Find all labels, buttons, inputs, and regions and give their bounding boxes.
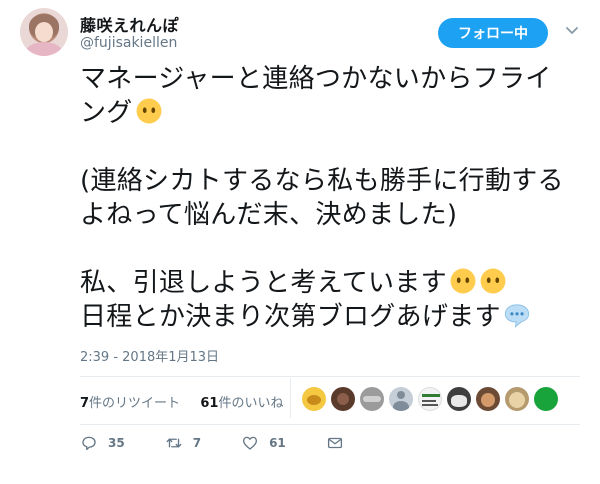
retweet-count: 7 [192, 436, 202, 450]
liker-avatar[interactable] [418, 387, 442, 411]
stats-separator [290, 378, 291, 418]
tweet-line: 日程とか決まり次第ブログあげます [80, 300, 585, 334]
retweet-icon [166, 438, 182, 448]
liker-avatar[interactable] [505, 387, 529, 411]
reply-count: 35 [108, 436, 125, 450]
face-without-mouth-emoji [136, 98, 162, 124]
like-button[interactable]: 61 [241, 434, 286, 452]
tweet-timestamp[interactable]: 2:39 - 2018年1月13日 [80, 346, 219, 365]
chevron-down-icon[interactable] [564, 22, 580, 38]
envelope-icon [327, 437, 342, 449]
tweet-line: 私、引退しようと考えています [80, 266, 585, 300]
following-button[interactable]: フォロー中 [438, 18, 548, 48]
liker-avatar[interactable] [534, 387, 558, 411]
avatar-face [35, 22, 53, 42]
tweet-actions: 35 7 61 [80, 434, 384, 452]
face-without-mouth-emoji [450, 268, 476, 294]
liker-avatar[interactable] [302, 387, 326, 411]
user-handle[interactable]: @fujisakiellen [80, 35, 177, 51]
retweet-stat[interactable]: 7件のリツイート [80, 396, 180, 411]
retweet-button[interactable]: 7 [165, 434, 201, 452]
reply-button[interactable]: 35 [80, 434, 125, 452]
like-count: 61 [269, 436, 286, 450]
like-stat[interactable]: 61件のいいね [200, 396, 283, 411]
divider [80, 424, 580, 425]
tweet-line: (連絡シカトするなら私も勝手に行動する [80, 166, 564, 196]
tweet-text: マネージャーと連絡つかないからフライ ング (連絡シカトするなら私も勝手に行動す… [80, 62, 585, 334]
liker-avatar[interactable] [360, 387, 384, 411]
liker-avatar[interactable] [331, 387, 355, 411]
divider [80, 376, 580, 377]
face-without-mouth-emoji [480, 268, 506, 294]
avatar[interactable] [20, 8, 68, 56]
speech-balloon-emoji [504, 304, 529, 328]
tweet-stats: 7件のリツイート 61件のいいね [80, 392, 283, 411]
tweet-line: よねって悩んだ末、決めました) [80, 200, 458, 230]
liker-avatars [302, 387, 558, 411]
user-name[interactable]: 藤咲えれんぽ [80, 12, 179, 36]
reply-icon [82, 436, 96, 451]
liker-avatar[interactable] [476, 387, 500, 411]
direct-message-button[interactable] [326, 434, 344, 452]
heart-icon [243, 436, 258, 450]
liker-avatar[interactable] [389, 387, 413, 411]
tweet-line: マネージャーと連絡つかないからフライ [80, 64, 552, 94]
avatar-shirt [26, 42, 62, 56]
tweet-line: ング [80, 96, 585, 130]
liker-avatar[interactable] [447, 387, 471, 411]
